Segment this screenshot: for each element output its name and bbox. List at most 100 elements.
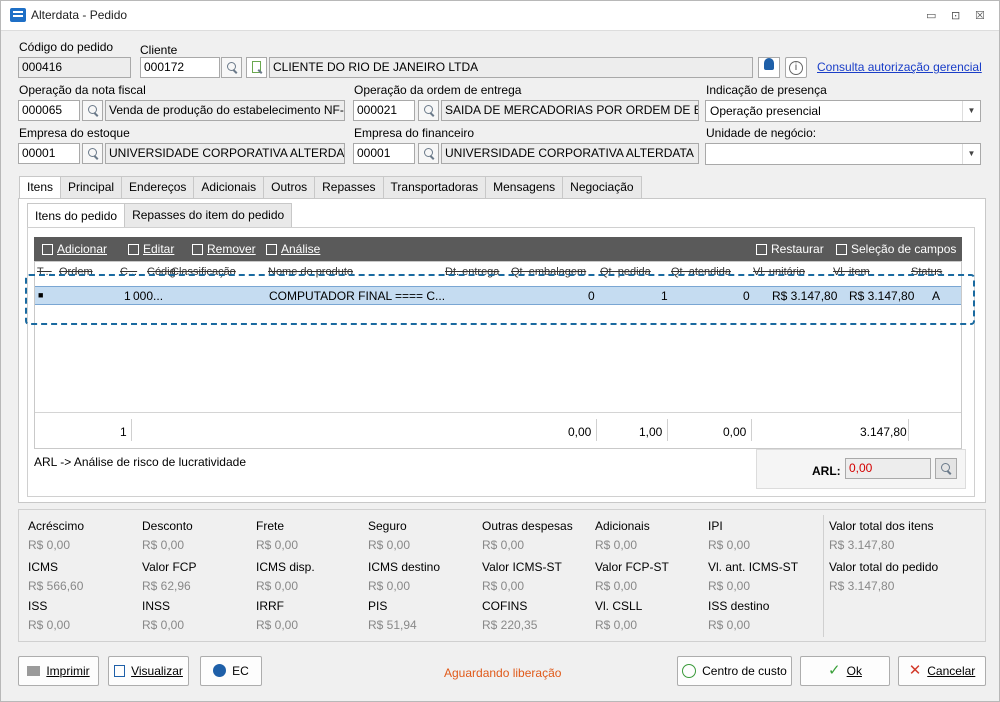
tab-outros[interactable]: Outros [263, 176, 316, 198]
cliente-search-icon[interactable] [221, 57, 242, 78]
maximize-button[interactable]: ⊡ [951, 9, 960, 22]
tab-adicionais[interactable]: Adicionais [193, 176, 265, 198]
remover-button[interactable]: Remover [192, 237, 256, 261]
emp-est-name-field: UNIVERSIDADE CORPORATIVA ALTERDATA [105, 143, 345, 164]
vl-csll-value: R$ 0,00 [595, 618, 638, 632]
cliente-add-icon[interactable] [246, 57, 267, 78]
emp-fin-label: Empresa do financeiro [354, 126, 475, 140]
emp-est-search-icon[interactable] [82, 143, 103, 164]
cofins-label: COFINS [482, 599, 528, 613]
centro-custo-button[interactable]: Centro de custo [677, 656, 792, 686]
valor-icms-st-value: R$ 0,00 [482, 579, 525, 593]
arl-search-icon[interactable] [935, 458, 957, 479]
row-highlight-frame [25, 274, 975, 325]
title-bar: Alterdata - Pedido ▭ ⊡ ☒ [1, 1, 999, 31]
ec-button[interactable]: EC [200, 656, 262, 686]
footer-vl-item: 3.147,80 [860, 425, 907, 439]
valor-total-pedido-value: R$ 3.147,80 [829, 579, 895, 593]
info-icon[interactable]: i [785, 57, 807, 78]
selecao-campos-button[interactable]: Seleção de campos [836, 237, 956, 261]
icms-destino-value: R$ 0,00 [368, 579, 411, 593]
vl-ant-icms-st-label: Vl. ant. ICMS-ST [708, 560, 799, 574]
frete-label: Frete [256, 519, 285, 533]
tab-negociacao[interactable]: Negociação [562, 176, 642, 198]
inss-value: R$ 0,00 [142, 618, 185, 632]
editar-button[interactable]: Editar [128, 237, 174, 261]
unidade-select[interactable]: ▼ [705, 143, 981, 165]
valor-icms-st-label: Valor ICMS-ST [482, 560, 562, 574]
emp-fin-code-input[interactable]: 00001 [353, 143, 415, 164]
op-oe-code-input[interactable]: 000021 [353, 100, 415, 121]
seguro-label: Seguro [368, 519, 407, 533]
iss-value: R$ 0,00 [28, 618, 71, 632]
icms-disp-value: R$ 0,00 [256, 579, 299, 593]
visualizar-button[interactable]: Visualizar [108, 656, 189, 686]
app-icon [10, 8, 26, 22]
icms-label: ICMS [28, 560, 58, 574]
restore-icon [756, 244, 767, 255]
op-nf-search-icon[interactable] [82, 100, 103, 121]
op-oe-label: Operação da ordem de entrega [354, 83, 522, 97]
footer-qt-embalagem: 0,00 [568, 425, 592, 439]
tab-repasses[interactable]: Repasses [314, 176, 384, 198]
emp-est-code-input[interactable]: 00001 [18, 143, 80, 164]
frete-value: R$ 0,00 [256, 538, 299, 552]
valor-fcp-label: Valor FCP [142, 560, 197, 574]
iss-destino-label: ISS destino [708, 599, 770, 613]
coin-icon [682, 664, 697, 678]
unidade-label: Unidade de negócio: [706, 126, 817, 140]
vl-ant-icms-st-value: R$ 0,00 [708, 579, 751, 593]
adicionais-value: R$ 0,00 [595, 538, 638, 552]
status-text: Aguardando liberação [444, 666, 562, 680]
op-nf-name-field: Venda de produção do estabelecimento NF-… [105, 100, 345, 121]
valor-total-itens-value: R$ 3.147,80 [829, 538, 895, 552]
user-info-icon[interactable] [758, 57, 780, 78]
pis-value: R$ 51,94 [368, 618, 417, 632]
close-button[interactable]: ☒ [975, 9, 985, 22]
cofins-value: R$ 220,35 [482, 618, 538, 632]
cancelar-button[interactable]: ✕ Cancelar [898, 656, 986, 686]
iss-label: ISS [28, 599, 48, 613]
consulta-autorizacao-link[interactable]: Consulta autorização gerencial [817, 60, 982, 74]
chevron-down-icon: ▼ [962, 101, 980, 121]
pis-label: PIS [368, 599, 388, 613]
arl-label: ARL: [812, 464, 841, 478]
restaurar-button[interactable]: Restaurar [756, 237, 824, 261]
ok-button[interactable]: ✓ Ok [800, 656, 890, 686]
icms-destino-label: ICMS destino [368, 560, 441, 574]
tab-enderecos[interactable]: Endereços [121, 176, 195, 198]
iss-destino-value: R$ 0,00 [708, 618, 751, 632]
printer-icon [27, 666, 41, 676]
tab-principal[interactable]: Principal [60, 176, 123, 198]
tab-itens-do-pedido[interactable]: Itens do pedido [27, 203, 126, 229]
op-nf-code-input[interactable]: 000065 [18, 100, 80, 121]
footer-qt-pedida: 1,00 [639, 425, 663, 439]
cliente-name-field: CLIENTE DO RIO DE JANEIRO LTDA [269, 57, 753, 78]
seguro-value: R$ 0,00 [368, 538, 411, 552]
edit-icon [128, 244, 139, 255]
chevron-down-icon: ▼ [962, 144, 980, 164]
analise-button[interactable]: Análise [266, 237, 320, 261]
op-oe-search-icon[interactable] [418, 100, 439, 121]
plus-icon [42, 244, 53, 255]
tab-mensagens[interactable]: Mensagens [485, 176, 564, 198]
emp-est-label: Empresa do estoque [19, 126, 130, 140]
totals-divider [823, 515, 824, 637]
imprimir-button[interactable]: Imprimir [18, 656, 99, 686]
presenca-select[interactable]: Operação presencial ▼ [705, 100, 981, 122]
tab-repasses-do-item[interactable]: Repasses do item do pedido [124, 203, 293, 227]
window-title: Alterdata - Pedido [31, 8, 128, 22]
grid-toolbar: Adicionar Editar Remover Análise Restaur… [34, 237, 962, 261]
footer-count: 1 [120, 425, 127, 439]
tab-transportadoras[interactable]: Transportadoras [382, 176, 487, 198]
minimize-button[interactable]: ▭ [926, 9, 936, 22]
tab-itens[interactable]: Itens [19, 176, 62, 199]
columns-icon [836, 244, 847, 255]
adicionar-button[interactable]: Adicionar [42, 237, 107, 261]
valor-fcp-st-value: R$ 0,00 [595, 579, 638, 593]
pedido-window: Alterdata - Pedido ▭ ⊡ ☒ Código do pedid… [0, 0, 1000, 702]
cliente-code-input[interactable]: 000172 [140, 57, 220, 78]
presenca-value: Operação presencial [710, 104, 821, 118]
emp-fin-search-icon[interactable] [418, 143, 439, 164]
valor-fcp-st-label: Valor FCP-ST [595, 560, 669, 574]
